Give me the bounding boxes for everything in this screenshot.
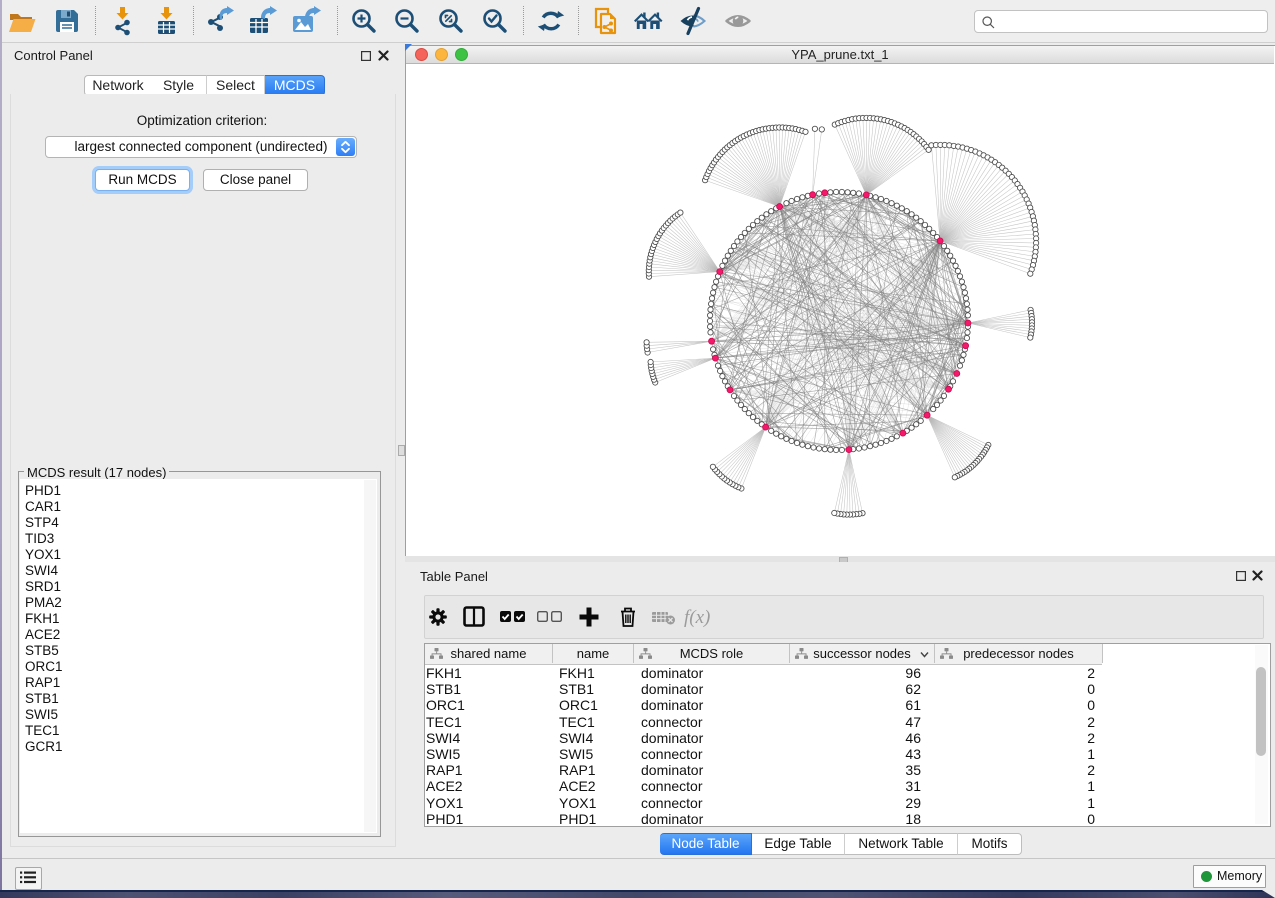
svg-text:f(x): f(x) bbox=[684, 607, 710, 628]
